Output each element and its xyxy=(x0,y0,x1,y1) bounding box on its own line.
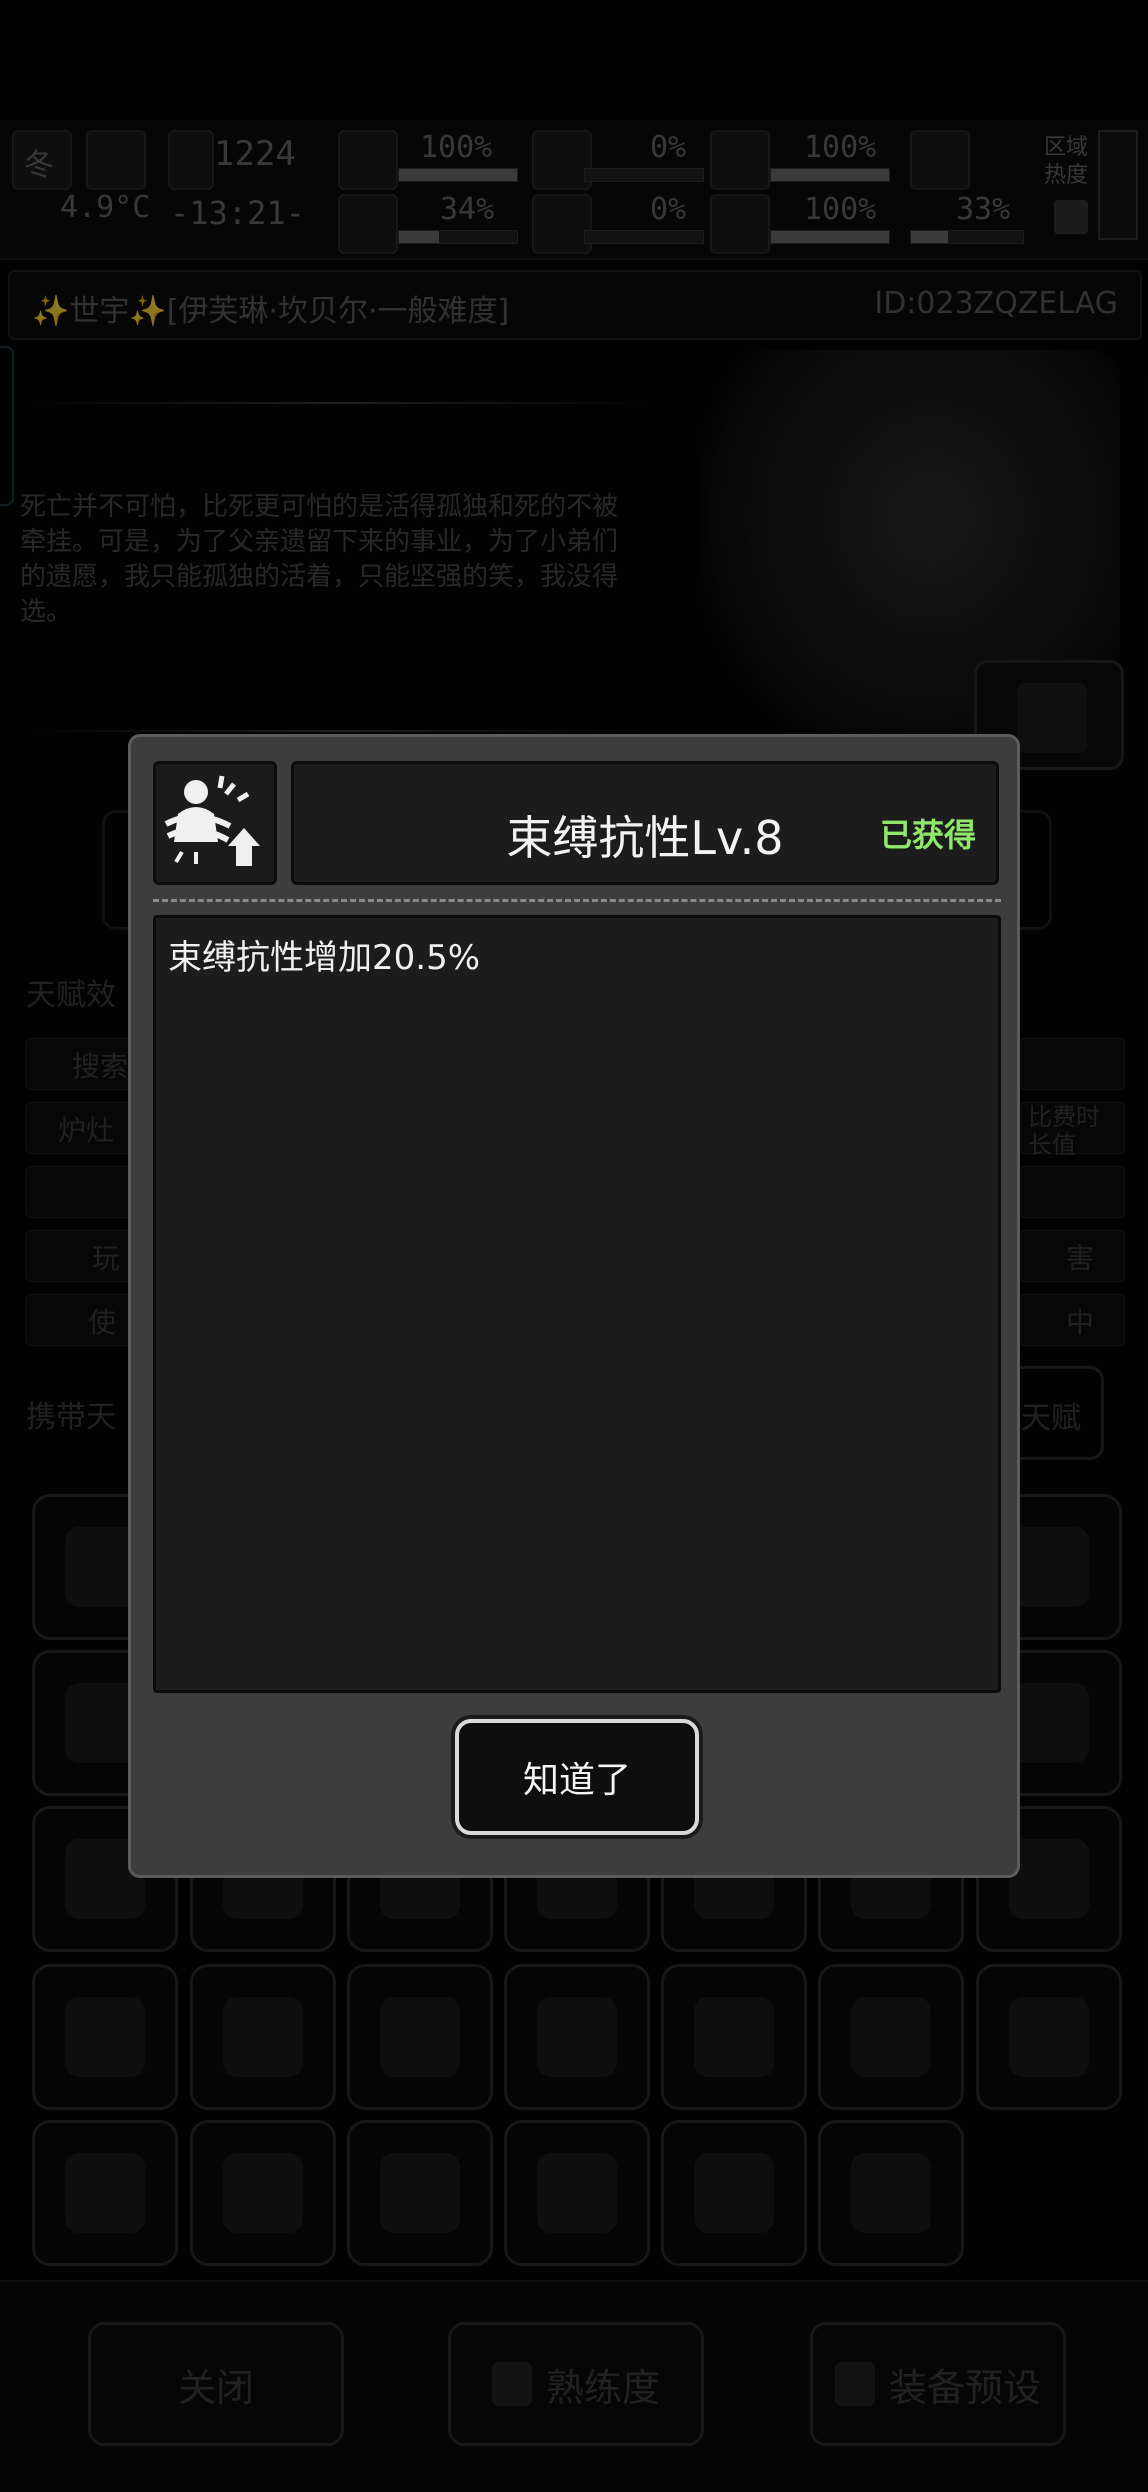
calendar-icon xyxy=(168,130,214,190)
brain-icon xyxy=(694,1997,774,2077)
body-icon xyxy=(910,130,970,190)
talent-effect-label: 搜索 xyxy=(72,1050,129,1083)
hunger-bar xyxy=(584,168,704,182)
health-value: 100% xyxy=(420,130,493,165)
workbench-icon xyxy=(380,1997,460,2077)
talent-description: 束缚抗性增加20.5% xyxy=(168,938,481,978)
talent-slot[interactable] xyxy=(818,2120,964,2266)
side-tab[interactable] xyxy=(0,346,14,506)
mental-bar xyxy=(398,230,518,244)
medkit-icon xyxy=(338,130,398,190)
acquired-badge: 已获得 xyxy=(879,816,976,854)
talent-slot[interactable] xyxy=(32,2120,178,2266)
talent-title-box: 束缚抗性Lv.8 已获得 xyxy=(291,761,999,885)
story-text: 死亡并不可怕，比死更可怕的是活得孤独和死的不被牵挂。可是，为了父亲遗留下来的事业… xyxy=(20,492,619,627)
clock-readout: -13:21- xyxy=(170,194,305,232)
region-heat-label: 区域热度 xyxy=(1044,135,1089,188)
talent-icon xyxy=(1009,1527,1089,1607)
confirm-button-label: 知道了 xyxy=(522,1760,631,1801)
defense-value: 33% xyxy=(956,192,1011,227)
day-counter: 1224 xyxy=(214,134,296,174)
talent-detail-dialog: 束缚抗性Lv.8 已获得 束缚抗性增加20.5% 知道了 xyxy=(128,734,1020,1878)
talent-icon xyxy=(1009,1839,1089,1919)
status-hud: 冬 4.9°C 1224 -13:21- 100% 34% 0% 0% 100%… xyxy=(0,120,1148,260)
ornament-divider xyxy=(30,730,650,732)
blood-bar xyxy=(584,230,704,244)
talent-button-label: 天赋 xyxy=(1021,1401,1081,1436)
medal-icon xyxy=(491,2362,532,2406)
dashed-divider xyxy=(153,899,1001,902)
truck-icon xyxy=(65,1997,145,2077)
proficiency-button-label: 熟练度 xyxy=(545,2365,660,2410)
camera-icon xyxy=(537,2153,617,2233)
talent-effect-value: 中 xyxy=(1065,1306,1094,1339)
equip-preset-button[interactable]: 装备预设 xyxy=(810,2322,1066,2446)
talent-slot[interactable] xyxy=(347,1964,493,2110)
owl-icon xyxy=(380,2153,460,2233)
talent-slot[interactable] xyxy=(32,1964,178,2110)
character-title-bar: ✨世宇✨[伊芙琳·坎贝尔·一般难度] ID:023ZQZELAG xyxy=(8,270,1142,340)
talent-slot[interactable] xyxy=(976,1964,1122,2110)
claw-slash-icon xyxy=(1009,1997,1089,2077)
close-button[interactable]: 关闭 xyxy=(88,2322,344,2446)
stamina-bar xyxy=(770,168,890,182)
talent-effect-label: 玩 xyxy=(92,1242,121,1275)
talent-slot[interactable] xyxy=(818,1964,964,2110)
ornament-divider xyxy=(30,402,650,404)
blood-drop-icon xyxy=(532,194,592,254)
player-id: ID:023ZQZELAG xyxy=(874,286,1118,321)
talent-slot[interactable] xyxy=(661,2120,807,2266)
talent-icon-frame xyxy=(153,761,277,885)
bind-resist-icon xyxy=(164,775,260,866)
confirm-button[interactable]: 知道了 xyxy=(455,1719,699,1835)
heart-value: 100% xyxy=(804,192,877,227)
region-heat-meter xyxy=(1098,130,1138,240)
dizzy-head-icon xyxy=(65,2153,145,2233)
bind-resist-icon xyxy=(223,2153,303,2233)
heart-bar xyxy=(770,230,890,244)
heart-icon xyxy=(710,194,770,254)
defense-bar xyxy=(910,230,1024,244)
flask-icon xyxy=(851,1997,931,2077)
mental-value: 34% xyxy=(440,192,495,227)
stamina-icon xyxy=(710,130,770,190)
stamina-value: 100% xyxy=(804,130,877,165)
close-button-label: 关闭 xyxy=(177,2365,254,2410)
season-label: 冬 xyxy=(24,148,54,183)
character-title: ✨世宇✨[伊芙琳·坎贝尔·一般难度] xyxy=(32,294,510,329)
season-icon: 冬 xyxy=(12,130,72,190)
shirt-icon xyxy=(1017,683,1087,753)
dumbbell-icon xyxy=(694,2153,774,2233)
carried-talents-heading: 携带天 xyxy=(26,1400,116,1435)
speaker-icon[interactable] xyxy=(1054,200,1088,234)
talent-slot[interactable] xyxy=(504,1964,650,2110)
proficiency-button[interactable]: 熟练度 xyxy=(448,2322,704,2446)
talent-effect-value: 害 xyxy=(1065,1242,1094,1275)
talent-slot[interactable] xyxy=(661,1964,807,2110)
talent-slot[interactable] xyxy=(190,1964,336,2110)
microscope-icon xyxy=(851,2153,931,2233)
talent-description-panel: 束缚抗性增加20.5% xyxy=(153,915,1001,1693)
head-brain-icon xyxy=(537,1997,617,2077)
stomach-icon xyxy=(532,130,592,190)
talent-slot[interactable] xyxy=(190,2120,336,2266)
equip-icon xyxy=(834,2362,875,2406)
talent-effect-value: 比费时长值 xyxy=(1028,1103,1100,1159)
sun-icon xyxy=(86,130,146,190)
temperature-readout: 4.9°C xyxy=(60,190,151,225)
equip-preset-button-label: 装备预设 xyxy=(888,2365,1041,2410)
talent-slot[interactable] xyxy=(504,2120,650,2266)
talent-effect-label: 使 xyxy=(88,1306,117,1339)
brain-icon xyxy=(338,194,398,254)
talent-icon xyxy=(1009,1683,1089,1763)
blood-value: 0% xyxy=(650,192,687,227)
hunger-value: 0% xyxy=(650,130,687,165)
talent-effect-label: 炉灶 xyxy=(58,1114,115,1147)
health-bar xyxy=(398,168,518,182)
crossed-axes-icon xyxy=(223,1997,303,2077)
talent-effects-heading: 天赋效 xyxy=(26,978,116,1013)
talent-slot[interactable] xyxy=(347,2120,493,2266)
